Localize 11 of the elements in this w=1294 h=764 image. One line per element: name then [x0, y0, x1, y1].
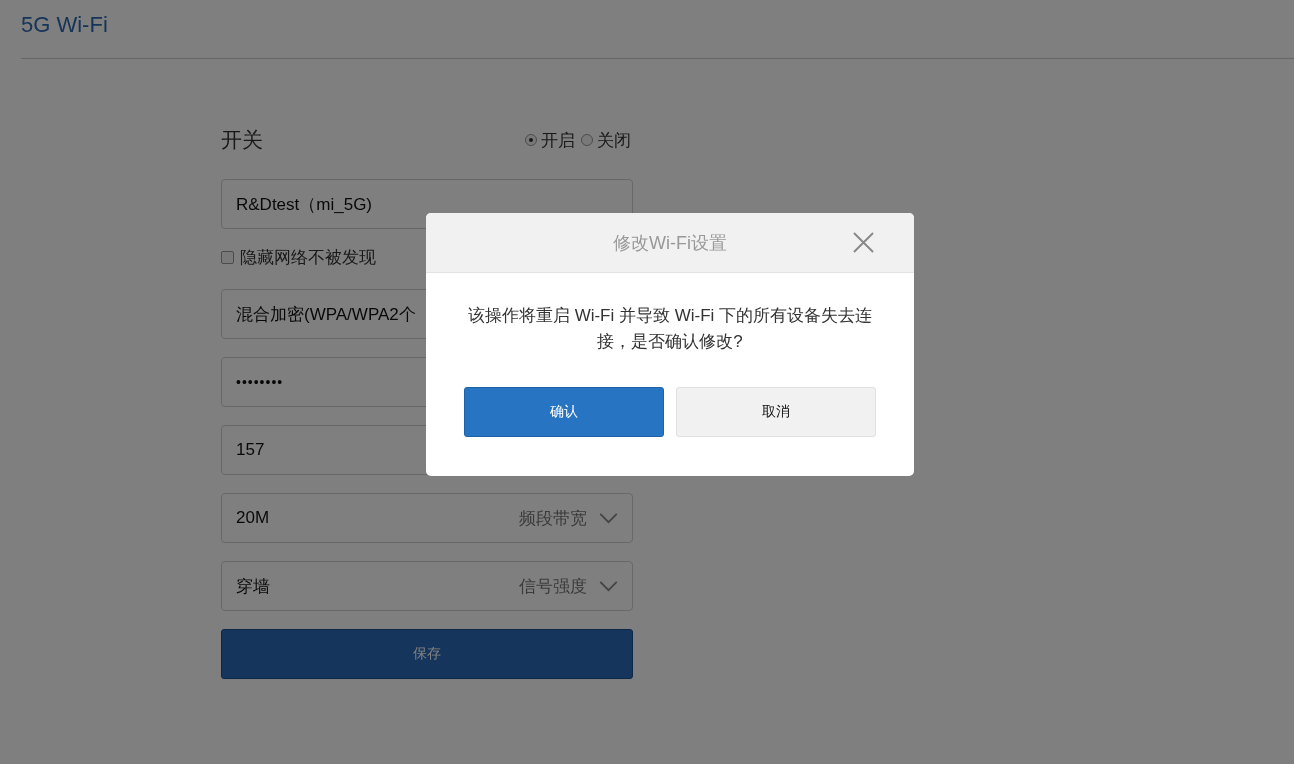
page-title: 5G Wi-Fi — [21, 11, 108, 39]
dropdown-label: 信号强度 — [519, 575, 587, 598]
radio-label: 关闭 — [597, 129, 631, 152]
dialog-message: 该操作将重启 Wi-Fi 并导致 Wi-Fi 下的所有设备失去连接，是否确认修改? — [466, 305, 874, 353]
dropdown-value: 穿墙 — [236, 575, 271, 598]
switch-label: 开关 — [221, 127, 263, 153]
dropdown-value: 20M — [236, 508, 271, 528]
radio-label: 开启 — [541, 129, 575, 152]
dropdown-label: 频段带宽 — [519, 507, 587, 530]
dialog-title: 修改Wi-Fi设置 — [613, 231, 727, 255]
checkbox-label: 隐藏网络不被发现 — [240, 246, 376, 269]
